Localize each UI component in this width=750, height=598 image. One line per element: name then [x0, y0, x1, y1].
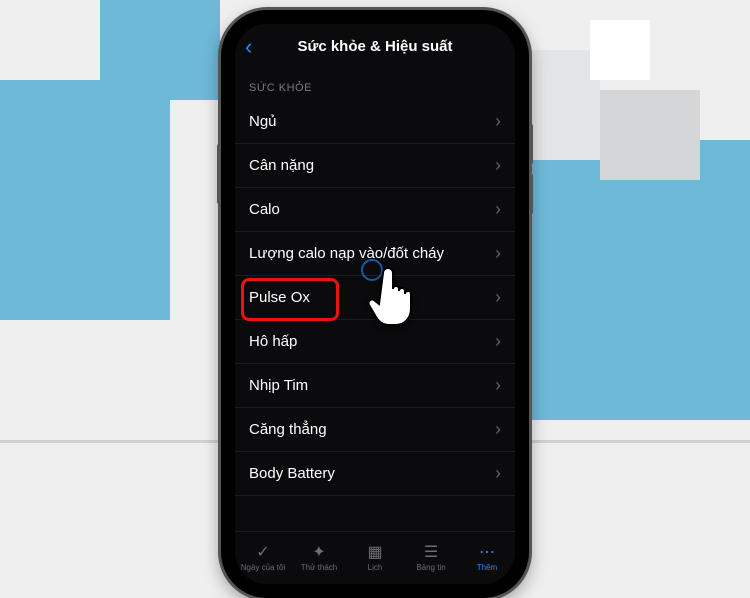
nav-bar: ‹ Sức khỏe & Hiệu suất	[235, 24, 515, 68]
row-label: Pulse Ox	[249, 289, 310, 306]
volume-up-button	[529, 124, 533, 164]
chevron-right-icon: ›	[495, 419, 501, 440]
row-label: Calo	[249, 201, 280, 218]
bg-square	[0, 80, 170, 320]
chevron-right-icon: ›	[495, 375, 501, 396]
chevron-right-icon: ›	[495, 111, 501, 132]
tab-calendar[interactable]: ▦ Lịch	[347, 532, 403, 584]
tab-my-day[interactable]: ✓ Ngày của tôi	[235, 532, 291, 584]
tab-more[interactable]: ⋯ Thêm	[459, 532, 515, 584]
tab-bar: ✓ Ngày của tôi ✦ Thử thách ▦ Lịch ☰ Bảng…	[235, 531, 515, 584]
row-heart-rate[interactable]: Nhịp Tim ›	[235, 364, 515, 408]
row-label: Cân nặng	[249, 157, 314, 174]
row-label: Căng thẳng	[249, 421, 327, 438]
phone-frame: ‹ Sức khỏe & Hiệu suất SỨC KHỎE Ngủ › Câ…	[221, 10, 529, 598]
chevron-right-icon: ›	[495, 463, 501, 484]
row-sleep[interactable]: Ngủ ›	[235, 100, 515, 144]
row-stress[interactable]: Căng thẳng ›	[235, 408, 515, 452]
tab-label: Ngày của tôi	[241, 563, 285, 572]
power-button	[217, 144, 221, 204]
row-label: Lượng calo nạp vào/đốt cháy	[249, 245, 444, 262]
row-calories-in-out[interactable]: Lượng calo nạp vào/đốt cháy ›	[235, 232, 515, 276]
row-label: Ngủ	[249, 113, 277, 130]
back-button[interactable]: ‹	[245, 36, 252, 58]
row-pulse-ox[interactable]: Pulse Ox ›	[235, 276, 515, 320]
wreath-icon: ✦	[312, 545, 325, 561]
chevron-right-icon: ›	[495, 287, 501, 308]
row-label: Hô hấp	[249, 333, 297, 350]
row-weight[interactable]: Cân nặng ›	[235, 144, 515, 188]
chevron-right-icon: ›	[495, 243, 501, 264]
bg-square	[600, 90, 700, 180]
bg-square	[590, 20, 650, 80]
row-respiration[interactable]: Hô hấp ›	[235, 320, 515, 364]
bg-square	[100, 0, 220, 100]
section-header: SỨC KHỎE	[235, 68, 515, 100]
tab-label: Lịch	[368, 563, 383, 572]
check-icon: ✓	[256, 545, 269, 561]
chevron-right-icon: ›	[495, 155, 501, 176]
tab-newsfeed[interactable]: ☰ Bảng tin	[403, 532, 459, 584]
news-icon: ☰	[424, 545, 438, 561]
tab-label: Thử thách	[301, 563, 337, 572]
tab-challenges[interactable]: ✦ Thử thách	[291, 532, 347, 584]
calendar-icon: ▦	[367, 545, 382, 561]
row-label: Nhịp Tim	[249, 377, 308, 394]
row-body-battery[interactable]: Body Battery ›	[235, 452, 515, 496]
row-label: Body Battery	[249, 465, 335, 482]
chevron-right-icon: ›	[495, 331, 501, 352]
chevron-right-icon: ›	[495, 199, 501, 220]
row-calories[interactable]: Calo ›	[235, 188, 515, 232]
page-title: Sức khỏe & Hiệu suất	[297, 38, 452, 55]
tab-label: Thêm	[477, 563, 497, 572]
settings-list: Ngủ › Cân nặng › Calo › Lượng calo nạp v…	[235, 100, 515, 531]
tab-label: Bảng tin	[416, 563, 445, 572]
phone-screen: ‹ Sức khỏe & Hiệu suất SỨC KHỎE Ngủ › Câ…	[235, 24, 515, 584]
more-icon: ⋯	[479, 545, 495, 561]
volume-down-button	[529, 174, 533, 214]
